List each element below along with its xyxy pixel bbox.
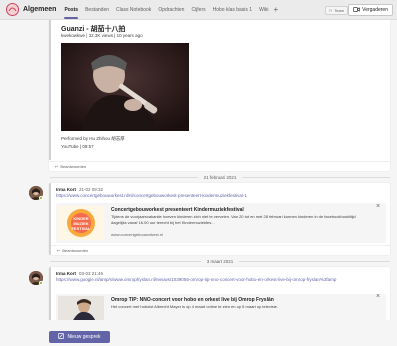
divider xyxy=(239,260,390,262)
preview-title[interactable]: Concertgebouworkest presenteert Kindermu… xyxy=(111,207,244,213)
date-separator: 3 maart 2021 xyxy=(50,257,390,265)
post-link[interactable]: https://www.concertgebouworkest.nl/nl/co… xyxy=(56,193,386,199)
team-button[interactable]: ⚇ Team xyxy=(324,6,348,15)
video-performer: Performed by Hu Zhihou 胡志厚 xyxy=(61,136,125,141)
post-author[interactable]: Irma Kort xyxy=(56,271,76,276)
team-label: Team xyxy=(334,8,344,13)
add-tab-button[interactable]: + xyxy=(274,5,279,14)
compose-icon xyxy=(58,333,65,341)
date-label: 21 februari 2021 xyxy=(203,174,237,180)
post-author[interactable]: Irma Kort xyxy=(56,187,76,192)
preview-thumbnail: KINDER MUZIEK FESTIVAL xyxy=(58,206,104,240)
preview-thumbnail xyxy=(58,296,104,320)
reply-button[interactable]: ↩ Beantwoorden xyxy=(49,161,390,171)
video-thumbnail[interactable] xyxy=(61,43,189,131)
link-preview-card[interactable]: KINDER MUZIEK FESTIVAL Concertgebouworke… xyxy=(56,203,386,243)
divider xyxy=(50,260,201,262)
channel-name: Algemeen xyxy=(23,6,57,13)
tab-assignments[interactable]: Opdrachten xyxy=(158,0,184,20)
video-source: YouTube | 09:57 xyxy=(61,144,94,149)
meet-button[interactable]: Vergaderen xyxy=(348,4,393,16)
reply-icon: ↩ xyxy=(57,248,61,253)
video-meta: kwekowkwe | 32.3K views | 10 years ago xyxy=(61,33,143,38)
post-card: Irma Kort 03-03 21:46 https://www.google… xyxy=(49,267,390,320)
preview-title[interactable]: Omrop TIP: NNO-concert voor hobo en orke… xyxy=(111,297,274,303)
tab-wiki[interactable]: Wiki xyxy=(259,0,268,20)
tab-posts[interactable]: Posts xyxy=(64,0,78,20)
new-conversation-button[interactable]: Nieuw gesprek xyxy=(49,331,110,343)
date-label: 3 maart 2021 xyxy=(206,258,234,264)
preview-description: Het concert met hoboist Albrecht Mayer i… xyxy=(111,304,278,309)
new-post-label: Nieuw gesprek xyxy=(67,334,101,340)
presence-status-icon xyxy=(39,196,43,200)
preview-description: Tijdens de voorjaarsvakantie hoeven kind… xyxy=(111,214,356,225)
team-logo-icon xyxy=(5,3,19,17)
preview-url: www.concertgebouworkest.nl xyxy=(111,232,163,237)
presence-status-icon xyxy=(39,281,43,285)
team-icon: ⚇ xyxy=(328,8,333,13)
post-card: Irma Kort 21-02 09:32 https://www.concer… xyxy=(49,183,390,255)
reply-label: Beantwoorden xyxy=(62,248,89,253)
post-card: Guanzi - 胡茄十八拍 kwekowkwe | 32.3K views |… xyxy=(49,20,390,171)
link-preview-card[interactable]: Omrop TIP: NNO-concert voor hobo en orke… xyxy=(56,293,386,320)
reply-button[interactable]: ↩ Beantwoorden xyxy=(51,245,390,255)
tab-grades[interactable]: Cijfers xyxy=(191,0,205,20)
post-timestamp: 03-03 21:46 xyxy=(79,271,104,276)
reply-icon: ↩ xyxy=(55,164,59,169)
video-camera-icon xyxy=(353,6,360,14)
svg-text:FESTIVAL: FESTIVAL xyxy=(71,226,91,231)
date-separator: 21 februari 2021 xyxy=(50,173,390,181)
post-link[interactable]: https://www.google.nl/amp/s/www.omropfry… xyxy=(56,277,366,283)
post-feed[interactable]: Guanzi - 胡茄十八拍 kwekowkwe | 32.3K views |… xyxy=(0,20,397,320)
divider xyxy=(242,176,390,178)
video-preview-card[interactable]: Guanzi - 胡茄十八拍 kwekowkwe | 32.3K views |… xyxy=(49,20,390,160)
tab-files[interactable]: Bestanden xyxy=(85,0,109,20)
reply-label: Beantwoorden xyxy=(60,164,87,169)
tab-hobo-klas[interactable]: Hobo klas basis 1 xyxy=(213,0,252,20)
tab-bar: Posts Bestanden Class Notebook Opdrachte… xyxy=(64,0,278,20)
post-timestamp: 21-02 09:32 xyxy=(79,187,104,192)
divider xyxy=(50,176,198,178)
close-icon[interactable]: × xyxy=(376,203,380,210)
channel-header: Algemeen Posts Bestanden Class Notebook … xyxy=(0,0,397,20)
close-icon[interactable]: × xyxy=(376,293,380,300)
tab-class-notebook[interactable]: Class Notebook xyxy=(116,0,151,20)
meet-label: Vergaderen xyxy=(362,7,388,13)
